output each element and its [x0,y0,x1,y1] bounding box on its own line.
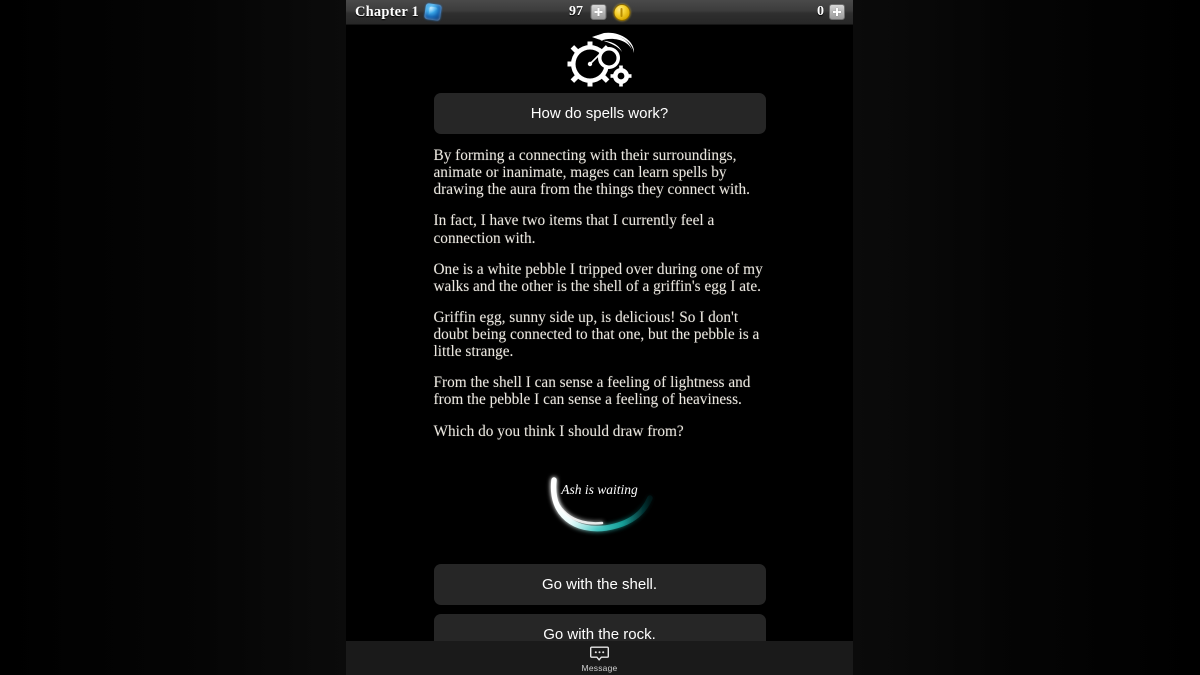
dialog-paragraph: By forming a connecting with their surro… [433,147,750,199]
dialog-paragraph: Which do you think I should draw from? [433,422,684,440]
speech-bubble-icon[interactable] [590,646,609,661]
dialog-paragraph: From the shell I can sense a feeling of … [433,374,751,409]
dialog-content: How do spells work? By forming a connect… [433,93,766,655]
dialog-text-block: By forming a connecting with their surro… [434,147,766,440]
top-status-bar: Chapter 1 97 0 [346,0,853,25]
question-button[interactable]: How do spells work? [433,93,766,134]
energy-counter: 97 [569,3,630,21]
dialog-paragraph: In fact, I have two items that I current… [433,212,715,247]
gem-icon [423,2,443,22]
coin-icon [613,3,630,21]
add-coins-icon[interactable] [829,4,845,20]
chapter-label: Chapter 1 [355,3,419,20]
coin-counter: 0 [817,4,853,20]
chapter-indicator[interactable]: Chapter 1 [346,2,443,22]
letterbox-left [0,0,346,675]
add-energy-icon[interactable] [590,4,606,20]
letterbox-right [853,0,1200,675]
game-panel: Chapter 1 97 0 How do spells work? By fo… [346,0,853,675]
choice-button-shell[interactable]: Go with the shell. [433,563,766,605]
waiting-label: Ash is waiting [561,481,638,497]
waiting-indicator: Ash is waiting [434,466,766,556]
bottom-nav-bar: Message [346,641,853,675]
moon-gear-emblem-icon [567,32,634,87]
message-nav-label: Message [581,663,618,673]
energy-value: 97 [569,4,583,19]
screen: Chapter 1 97 0 How do spells work? By fo… [0,0,1200,675]
dialog-paragraph: One is a white pebble I tripped over dur… [433,260,763,295]
emblem-container [346,25,853,87]
dialog-paragraph: Griffin egg, sunny side up, is delicious… [433,308,760,361]
coin-value: 0 [817,4,824,19]
